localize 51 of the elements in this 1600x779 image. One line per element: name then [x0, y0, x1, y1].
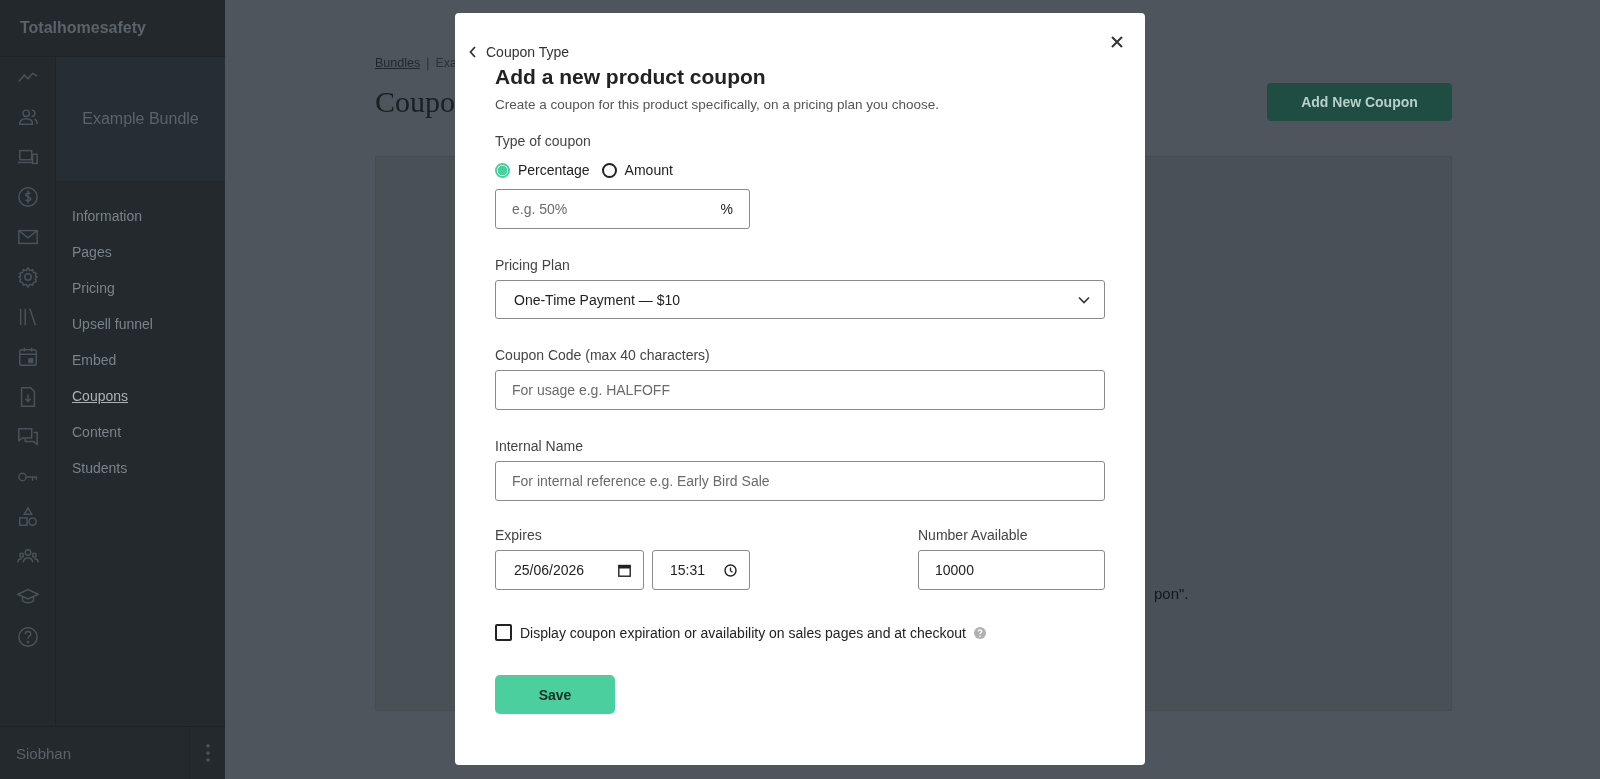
nav-link[interactable]: Students	[72, 460, 128, 476]
radio-button[interactable]	[495, 162, 510, 178]
nav-link[interactable]: Upsell funnel	[72, 316, 153, 332]
radio-label: Amount	[624, 162, 673, 178]
nav-link[interactable]: Content	[72, 424, 122, 440]
clock-icon	[724, 563, 737, 577]
nav-link[interactable]: Pages	[72, 244, 112, 260]
discount-field[interactable]: e.g. 50% %	[495, 189, 750, 229]
settings-icon[interactable]	[16, 266, 39, 288]
field-label: Coupon Code (max 40 characters)	[495, 347, 711, 363]
checkbox-label: Display coupon expiration or availability on sales pages and at checkout	[520, 624, 966, 641]
calendar-icon[interactable]	[16, 346, 39, 368]
breadcrumb-separator: |	[426, 56, 430, 70]
field-label: Type of coupon	[495, 133, 592, 149]
radio-label: Percentage	[518, 162, 590, 178]
nav-link[interactable]: Information	[72, 208, 143, 224]
time-field[interactable]: 15:31	[652, 550, 750, 590]
help-icon[interactable]	[16, 626, 39, 648]
checkbox[interactable]	[495, 624, 512, 641]
page-title: Coupo	[375, 85, 455, 119]
dialog-subtitle: Create a coupon for this product specifically, on a pricing plan you choose.	[495, 97, 940, 112]
dollar-icon[interactable]	[16, 186, 39, 208]
close-icon	[1111, 36, 1123, 48]
chevron-down-icon	[1078, 295, 1090, 304]
field-label: Expires	[495, 527, 543, 543]
coupon-code-field[interactable]: For usage e.g. HALFOFF	[495, 370, 1105, 410]
nav-link[interactable]: Coupons	[72, 388, 129, 404]
calendar-icon	[618, 563, 631, 577]
user-name: Siobhan	[15, 744, 73, 762]
radio-button[interactable]	[601, 162, 617, 178]
nav-link[interactable]: Embed	[72, 352, 117, 368]
chevron-left-icon	[469, 46, 477, 58]
shapes-icon[interactable]	[16, 506, 39, 528]
field-label: Internal Name	[495, 438, 584, 454]
internal-name-field[interactable]: For internal reference e.g. Early Bird Sale	[495, 461, 1105, 501]
chat-icon[interactable]	[16, 426, 39, 448]
date-field[interactable]: 25/06/2026	[495, 550, 644, 590]
empty-state-text: pon".	[1154, 585, 1189, 602]
users-icon[interactable]	[16, 106, 39, 128]
save-button[interactable]: Save	[495, 675, 615, 714]
nav-link[interactable]: Pricing	[72, 280, 115, 296]
kebab-icon	[205, 744, 210, 762]
pricing-plan-dropdown[interactable]: One-Time Payment — $10	[495, 280, 1105, 319]
percent-suffix: %	[720, 201, 733, 217]
help-icon[interactable]	[973, 626, 986, 639]
dialog-title: Add a new product coupon	[495, 65, 767, 89]
back-link[interactable]: Coupon Type	[469, 44, 570, 60]
field-label: Pricing Plan	[495, 257, 571, 273]
number-available-field[interactable]: 10000	[918, 550, 1105, 590]
add-coupon-button[interactable]: Add New Coupon	[1267, 83, 1452, 121]
field-label: Number Available	[918, 527, 1029, 543]
